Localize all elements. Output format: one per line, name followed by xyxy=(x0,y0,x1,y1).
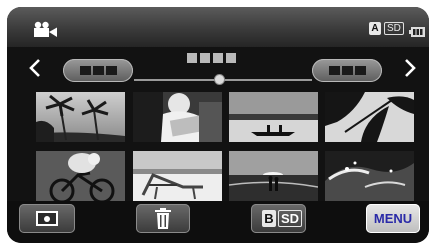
media-a-sd-icon: A SD xyxy=(369,21,404,36)
media-label: SD xyxy=(384,22,404,35)
bottom-toolbar: B SD MENU xyxy=(7,201,429,243)
thumbnail-beach-chair[interactable] xyxy=(133,151,222,201)
thumbnail-leaf-silhouette[interactable] xyxy=(325,92,414,142)
delete-button[interactable] xyxy=(136,204,190,233)
top-status-bar: A SD xyxy=(7,7,429,47)
date-navigation xyxy=(7,47,429,95)
camera-screen: A SD B SD MENU xyxy=(7,7,429,243)
thumbnail-canoe-on-water[interactable] xyxy=(229,92,318,142)
date-slider-knob[interactable] xyxy=(214,74,225,85)
next-date-button[interactable] xyxy=(312,59,382,82)
date-label xyxy=(187,53,236,63)
battery-icon xyxy=(409,24,425,42)
previous-date-button[interactable] xyxy=(63,59,133,82)
chevron-right-icon[interactable] xyxy=(399,57,421,79)
thumbnail-palm-trees[interactable] xyxy=(36,92,125,142)
media-switch-label: SD xyxy=(278,210,303,227)
video-camera-icon xyxy=(33,21,59,43)
media-letter: A xyxy=(369,22,381,35)
menu-label: MENU xyxy=(373,211,413,226)
media-b-sd-icon: B SD xyxy=(262,210,303,227)
thumbnail-couple-sunset[interactable] xyxy=(229,151,318,201)
menu-button[interactable]: MENU xyxy=(366,204,420,233)
record-button[interactable] xyxy=(19,204,75,233)
media-switch-button[interactable]: B SD xyxy=(251,204,306,233)
thumbnail-person-reading[interactable] xyxy=(133,92,222,142)
media-switch-letter: B xyxy=(262,210,276,227)
thumbnail-wave-surf[interactable] xyxy=(325,151,414,201)
record-icon xyxy=(36,211,58,226)
chevron-left-icon[interactable] xyxy=(24,57,46,79)
trash-icon xyxy=(155,208,171,229)
thumbnail-cyclist[interactable] xyxy=(36,151,125,201)
